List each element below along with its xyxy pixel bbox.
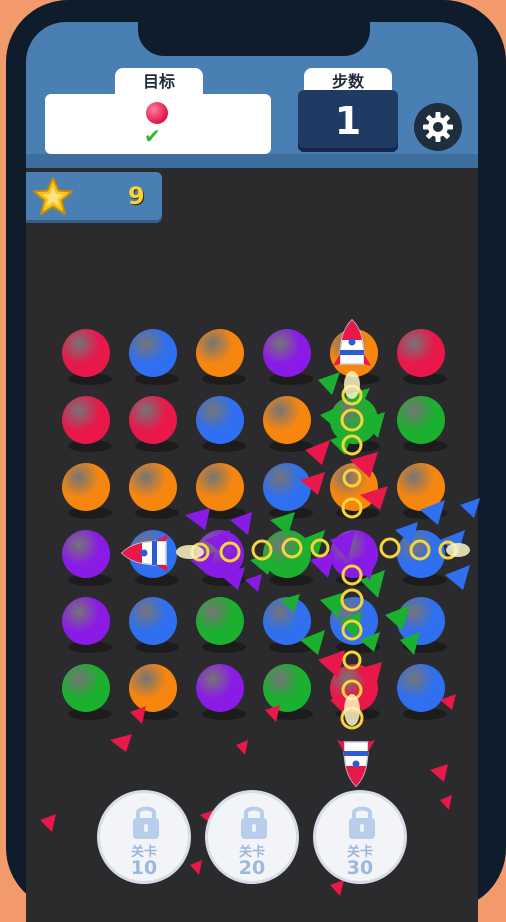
star-icon [33,177,73,215]
ball-green[interactable] [263,664,311,712]
level-lock-button-1[interactable]: 关卡 10 [97,790,191,884]
ball-blue[interactable] [196,396,244,444]
star-count: 9 [128,182,145,210]
lock-icon [241,806,267,839]
star-counter: 9 [26,172,162,220]
steps-value: 1 [298,90,398,152]
ball-purple[interactable] [62,597,110,645]
goal-label: 目标 [115,68,203,96]
ball-red[interactable] [62,396,110,444]
ball-orange[interactable] [263,396,311,444]
ball-red[interactable] [330,664,378,712]
goal-panel: ✔ [45,94,271,154]
ball-red[interactable] [129,396,177,444]
ball-orange[interactable] [129,463,177,511]
settings-button[interactable] [414,103,462,151]
ball-orange[interactable] [196,329,244,377]
hud-header-strip [26,154,478,168]
ball-orange[interactable] [397,463,445,511]
ball-orange[interactable] [330,329,378,377]
ball-green[interactable] [330,396,378,444]
ball-green[interactable] [397,396,445,444]
ball-blue[interactable] [129,530,177,578]
ball-green[interactable] [263,530,311,578]
ball-red[interactable] [397,329,445,377]
ball-blue[interactable] [397,664,445,712]
goal-target-ball [146,102,168,124]
gear-icon [423,112,453,142]
ball-orange[interactable] [196,463,244,511]
ball-blue[interactable] [397,530,445,578]
ball-blue[interactable] [330,597,378,645]
ball-green[interactable] [196,597,244,645]
ball-purple[interactable] [330,530,378,578]
ball-blue[interactable] [129,597,177,645]
ball-purple[interactable] [263,329,311,377]
ball-orange[interactable] [62,463,110,511]
lock-icon [349,806,375,839]
level-number: 10 [130,857,158,879]
ball-blue[interactable] [263,597,311,645]
lock-icon [133,806,159,839]
phone-notch [138,22,370,56]
ball-orange[interactable] [330,463,378,511]
level-number: 30 [346,857,374,879]
ball-blue[interactable] [129,329,177,377]
level-number: 20 [238,857,266,879]
ball-blue[interactable] [263,463,311,511]
ball-purple[interactable] [196,530,244,578]
ball-green[interactable] [62,664,110,712]
ball-blue[interactable] [397,597,445,645]
goal-check-icon: ✔ [144,124,161,148]
level-lock-button-2[interactable]: 关卡 20 [205,790,299,884]
ball-orange[interactable] [129,664,177,712]
ball-red[interactable] [62,329,110,377]
ball-purple[interactable] [62,530,110,578]
level-lock-button-3[interactable]: 关卡 30 [313,790,407,884]
ball-purple[interactable] [196,664,244,712]
